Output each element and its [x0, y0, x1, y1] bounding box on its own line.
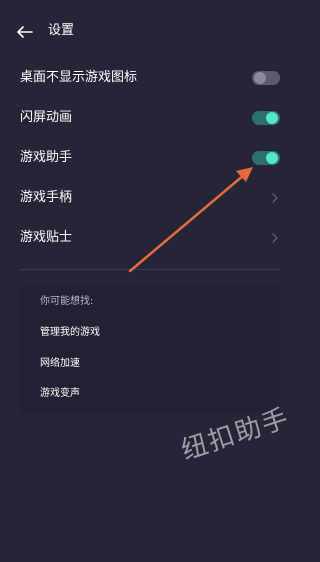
- game-assistant-toggle[interactable]: [252, 151, 280, 165]
- toggle-knob: [266, 112, 278, 124]
- setting-label: 桌面不显示游戏图标: [20, 70, 138, 85]
- setting-row-splash-animation[interactable]: 闪屏动画: [0, 98, 300, 138]
- setting-row-hide-desktop-icon[interactable]: 桌面不显示游戏图标: [0, 58, 300, 98]
- setting-row-game-assistant[interactable]: 游戏助手: [0, 138, 300, 178]
- setting-label: 游戏贴士: [20, 230, 73, 245]
- suggestions-card: 你可能想找: 管理我的游戏 网络加速 游戏变声: [20, 285, 280, 413]
- header: 设置: [0, 0, 300, 62]
- page-title: 设置: [48, 23, 75, 38]
- setting-row-gamepad[interactable]: 游戏手柄: [0, 178, 300, 218]
- chevron-right-icon: [272, 193, 278, 203]
- setting-label: 游戏助手: [20, 150, 73, 165]
- divider: [20, 269, 280, 270]
- suggestions-title: 你可能想找:: [40, 296, 94, 307]
- setting-row-tips[interactable]: 游戏贴士: [0, 218, 300, 258]
- suggestion-voice-changer[interactable]: 游戏变声: [40, 387, 80, 401]
- chevron-right-icon: [272, 233, 278, 243]
- back-arrow-icon: [17, 26, 33, 38]
- setting-label: 游戏手柄: [20, 190, 73, 205]
- toggle-knob: [266, 152, 278, 164]
- hide-desktop-icon-toggle[interactable]: [252, 71, 280, 85]
- suggestion-network-acceleration[interactable]: 网络加速: [40, 357, 80, 371]
- splash-animation-toggle[interactable]: [252, 111, 280, 125]
- toggle-knob: [254, 72, 266, 84]
- setting-label: 闪屏动画: [20, 110, 73, 125]
- back-button[interactable]: [14, 22, 36, 42]
- suggestion-manage-my-games[interactable]: 管理我的游戏: [40, 326, 100, 340]
